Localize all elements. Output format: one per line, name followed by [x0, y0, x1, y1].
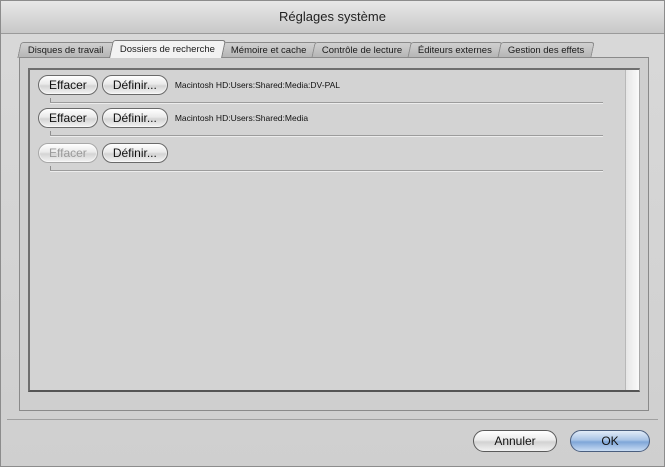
window-title: Réglages système	[1, 1, 664, 34]
row-divider	[50, 170, 603, 172]
search-folder-row: Effacer Définir... Macintosh HD:Users:Sh…	[38, 74, 603, 104]
clear-button[interactable]: Effacer	[38, 75, 98, 95]
row-divider	[50, 135, 603, 137]
tab-dossiers-de-recherche[interactable]: Dossiers de recherche	[108, 40, 226, 58]
folder-path: Macintosh HD:Users:Shared:Media	[174, 113, 309, 123]
tab-gestion-des-effets[interactable]: Gestion des effets	[497, 42, 596, 58]
tab-bar: Disques de travail Dossiers de recherche…	[17, 40, 596, 58]
set-button[interactable]: Définir...	[101, 108, 168, 128]
set-button[interactable]: Définir...	[101, 75, 168, 95]
tab-controle-de-lecture[interactable]: Contrôle de lecture	[311, 42, 414, 58]
clear-button-disabled: Effacer	[38, 143, 98, 163]
tab-disques-de-travail[interactable]: Disques de travail	[17, 42, 115, 58]
tab-memoire-et-cache[interactable]: Mémoire et cache	[219, 42, 317, 58]
tab-editeurs-externes[interactable]: Éditeurs externes	[407, 42, 503, 58]
footer-divider	[7, 419, 658, 420]
settings-window: Réglages système Disques de travail Doss…	[0, 0, 665, 467]
clear-button[interactable]: Effacer	[38, 108, 98, 128]
cancel-button[interactable]: Annuler	[473, 430, 557, 452]
search-folder-row: Effacer Définir... Macintosh HD:Users:Sh…	[38, 107, 603, 137]
folder-path: Macintosh HD:Users:Shared:Media:DV-PAL	[174, 80, 341, 90]
vertical-scrollbar[interactable]	[625, 70, 639, 390]
row-divider	[50, 102, 603, 104]
ok-button[interactable]: OK	[570, 430, 650, 452]
search-folders-list: Effacer Définir... Macintosh HD:Users:Sh…	[28, 68, 640, 392]
search-folder-row: Effacer Définir...	[38, 142, 603, 172]
search-folders-panel: Effacer Définir... Macintosh HD:Users:Sh…	[19, 57, 649, 411]
set-button[interactable]: Définir...	[101, 143, 168, 163]
